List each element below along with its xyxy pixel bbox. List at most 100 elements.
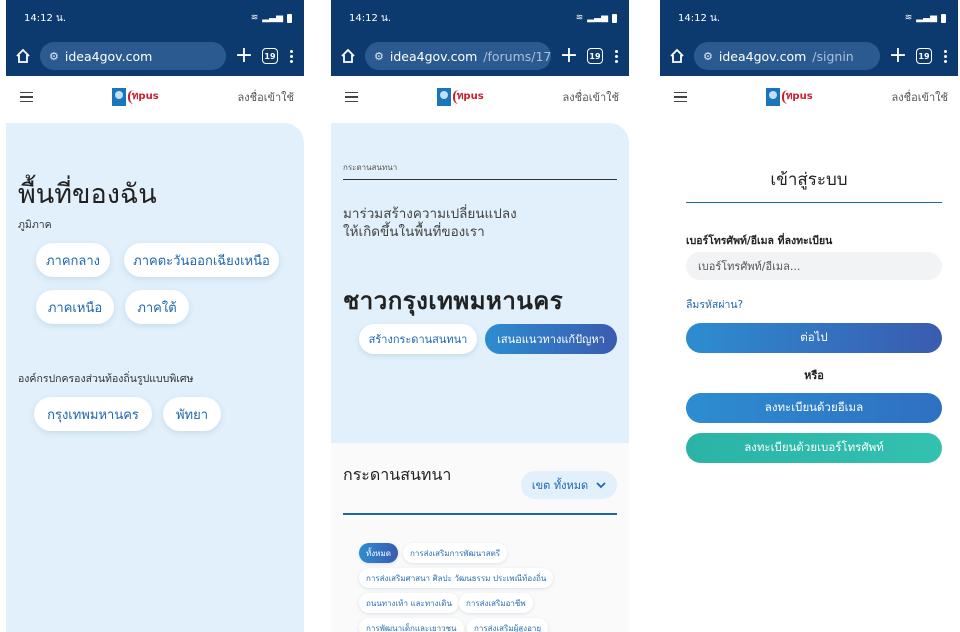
divider — [686, 202, 942, 204]
login-link[interactable]: ลงชื่อเข้าใช้ — [563, 88, 619, 106]
create-board-button[interactable]: สร้างกระดานสนทนา — [359, 324, 477, 354]
region-chip-northeast[interactable]: ภาคตะวันออกเฉียงเหนือ — [124, 243, 279, 277]
or-separator: หรือ — [804, 369, 824, 382]
tag-career-promotion[interactable]: การส่งเสริมอาชีพ — [459, 593, 533, 613]
phone-screen-signin: 14:12 น. ≋ ▂▃▅ ⚙ idea4gov.com/signin + 1… — [660, 0, 958, 632]
phone-email-input[interactable] — [686, 252, 942, 280]
site-settings-icon[interactable]: ⚙ — [49, 50, 59, 63]
page-title: ชาวกรุงเทพมหานคร — [343, 287, 564, 315]
site-settings-icon[interactable]: ⚙ — [703, 50, 713, 63]
battery-icon — [287, 13, 292, 23]
district-filter[interactable]: เขต ทั้งหมด — [521, 471, 617, 499]
brand-logo: ทpus — [452, 90, 484, 104]
tag-roads-sidewalks[interactable]: ถนนทางเท้า และทางเดิน — [359, 593, 459, 613]
status-bar: 14:12 น. ≋ ▂▃▅ — [331, 0, 629, 36]
home-icon[interactable] — [14, 47, 32, 65]
tab-switcher-icon[interactable]: 19 — [916, 48, 932, 64]
home-icon[interactable] — [339, 47, 357, 65]
tab-switcher-icon[interactable]: 19 — [587, 48, 603, 64]
brand-logo: ทpus — [781, 90, 813, 104]
signal-icon: ▂▃▅ — [916, 13, 937, 23]
site-header: ทpus ลงชื่อเข้าใช้ — [331, 76, 629, 118]
phone-email-label: เบอร์โทรศัพท์/อีเมล ที่ลงทะเบียน — [686, 235, 833, 247]
propose-solution-button[interactable]: เสนอแนวทางแก้ปัญหา — [485, 324, 617, 354]
main-content: พื้นที่ของฉัน ภูมิภาค ภาคกลาง ภาคตะวันออ… — [6, 118, 304, 632]
tag-youth-development[interactable]: การพัฒนาเด็กและเยาวชน — [359, 618, 464, 632]
register-email-button[interactable]: ลงทะเบียนด้วยอีเมล — [686, 393, 942, 423]
site-header: ทpus ลงชื่อเข้าใช้ — [660, 76, 958, 118]
battery-icon — [612, 13, 617, 23]
register-phone-button[interactable]: ลงทะเบียนด้วยเบอร์โทรศัพท์ — [686, 433, 942, 463]
special-area-label: องค์กรปกครองส่วนท้องถิ่นรูปแบบพิเศษ — [18, 373, 194, 385]
url-domain: idea4gov.com — [64, 48, 153, 64]
region-chip-central[interactable]: ภาคกลาง — [36, 243, 110, 277]
forum-hero: กระดานสนทนา มาร่วมสร้างความเปลี่ยนแปลง ใ… — [331, 123, 629, 443]
signal-icon: ▂▃▅ — [587, 13, 608, 23]
site-logo[interactable]: ทpus — [436, 88, 484, 106]
hamburger-icon[interactable] — [674, 91, 687, 103]
discussion-board: กระดานสนทนา เขต ทั้งหมด ทั้งหมด การส่งเส… — [331, 443, 629, 632]
phone-screen-forum: 14:12 น. ≋ ▂▃▅ ⚙ idea4gov.com/forums/17 … — [331, 0, 629, 632]
status-bar: 14:12 น. ≋ ▂▃▅ — [6, 0, 304, 36]
intro-line-1: มาร่วมสร้างความเปลี่ยนแปลง — [343, 206, 517, 222]
area-chip-bangkok[interactable]: กรุงเทพมหานคร — [34, 397, 152, 431]
divider — [343, 179, 617, 181]
address-bar[interactable]: ⚙ idea4gov.com/forums/17 — [365, 42, 551, 70]
more-icon[interactable] — [940, 49, 950, 63]
address-bar[interactable]: ⚙ idea4gov.com — [40, 42, 226, 70]
tag-elderly-support[interactable]: การส่งเสริมผู้สูงอายุ — [467, 618, 549, 632]
status-icons: ≋ ▂▃▅ — [576, 13, 617, 23]
wifi-icon: ≋ — [575, 13, 584, 23]
tag-all[interactable]: ทั้งหมด — [359, 543, 398, 563]
brand-logo: ทpus — [127, 90, 159, 104]
undp-logo — [436, 88, 451, 106]
more-icon[interactable] — [611, 49, 621, 63]
home-icon[interactable] — [668, 47, 686, 65]
hamburger-icon[interactable] — [20, 91, 33, 103]
wifi-icon: ≋ — [904, 13, 913, 23]
phone-screen-my-area: 14:12 น. ≋ ▂▃▅ ⚙ idea4gov.com + 19 ทpus … — [6, 0, 304, 632]
site-header: ทpus ลงชื่อเข้าใช้ — [6, 76, 304, 118]
tag-women-development[interactable]: การส่งเสริมการพัฒนาสตรี — [403, 543, 508, 563]
breadcrumb[interactable]: กระดานสนทนา — [343, 161, 397, 174]
plus-icon[interactable]: + — [888, 45, 908, 67]
status-time: 14:12 น. — [678, 12, 721, 24]
plus-icon[interactable]: + — [559, 45, 579, 67]
login-link[interactable]: ลงชื่อเข้าใช้ — [892, 88, 948, 106]
tag-religion-culture[interactable]: การส่งเสริมศาสนา ศิลปะ วัฒนธรรม ประเพณีท… — [359, 568, 554, 588]
wifi-icon: ≋ — [250, 13, 259, 23]
status-time: 14:12 น. — [24, 12, 67, 24]
chevron-down-icon — [596, 479, 606, 492]
url-path: /signin — [812, 48, 854, 64]
browser-toolbar: ⚙ idea4gov.com/signin + 19 — [660, 36, 958, 76]
site-settings-icon[interactable]: ⚙ — [374, 50, 384, 63]
plus-icon[interactable]: + — [234, 45, 254, 67]
divider — [343, 513, 617, 515]
forgot-password-link[interactable]: ลืมรหัสผ่าน? — [686, 296, 743, 313]
district-filter-label: เขต ทั้งหมด — [531, 479, 589, 492]
signin-form: เข้าสู่ระบบ เบอร์โทรศัพท์/อีเมล ที่ลงทะเ… — [660, 118, 958, 632]
undp-logo — [111, 88, 126, 106]
status-icons: ≋ ▂▃▅ — [905, 13, 946, 23]
url-path: /forums/17 — [483, 48, 551, 64]
site-logo[interactable]: ทpus — [765, 88, 813, 106]
url-domain: idea4gov.com — [389, 48, 478, 64]
login-link[interactable]: ลงชื่อเข้าใช้ — [238, 88, 294, 106]
address-bar[interactable]: ⚙ idea4gov.com/signin — [694, 42, 880, 70]
site-logo[interactable]: ทpus — [111, 88, 159, 106]
area-chip-pattaya[interactable]: พัทยา — [163, 397, 221, 431]
intro-line-2: ให้เกิดขึ้นในพื้นที่ของเรา — [343, 224, 485, 240]
intro-text: มาร่วมสร้างความเปลี่ยนแปลง ให้เกิดขึ้นใน… — [343, 205, 517, 241]
hamburger-icon[interactable] — [345, 91, 358, 103]
url-domain: idea4gov.com — [718, 48, 807, 64]
region-chip-north[interactable]: ภาคเหนือ — [36, 290, 114, 324]
status-time: 14:12 น. — [349, 12, 392, 24]
board-title: กระดานสนทนา — [343, 465, 452, 484]
status-icons: ≋ ▂▃▅ — [251, 13, 292, 23]
tab-switcher-icon[interactable]: 19 — [262, 48, 278, 64]
status-bar: 14:12 น. ≋ ▂▃▅ — [660, 0, 958, 36]
region-chip-south[interactable]: ภาคใต้ — [125, 290, 189, 324]
next-button[interactable]: ต่อไป — [686, 323, 942, 353]
more-icon[interactable] — [286, 49, 296, 63]
browser-toolbar: ⚙ idea4gov.com/forums/17 + 19 — [331, 36, 629, 76]
